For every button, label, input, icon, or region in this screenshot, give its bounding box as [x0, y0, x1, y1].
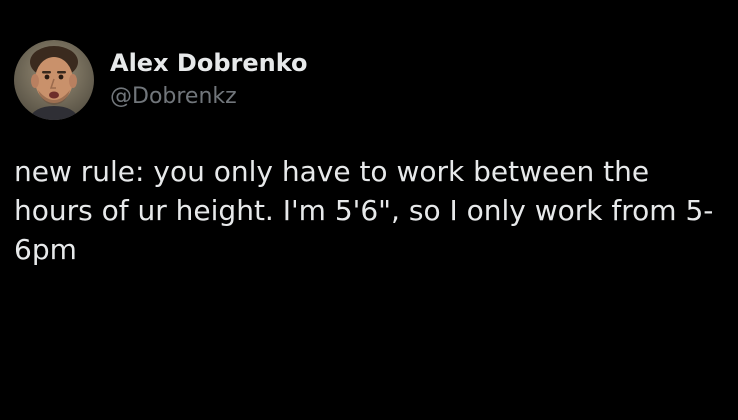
tweet-header: Alex Dobrenko @Dobrenkz: [14, 40, 308, 120]
tweet-card: Alex Dobrenko @Dobrenkz new rule: you on…: [0, 0, 738, 420]
author-display-name[interactable]: Alex Dobrenko: [110, 48, 308, 78]
avatar-photo-icon: [14, 40, 94, 120]
tweet-text: new rule: you only have to work between …: [14, 155, 714, 266]
avatar[interactable]: [14, 40, 94, 120]
author-names: Alex Dobrenko @Dobrenkz: [110, 48, 308, 112]
author-handle[interactable]: @Dobrenkz: [110, 82, 308, 112]
